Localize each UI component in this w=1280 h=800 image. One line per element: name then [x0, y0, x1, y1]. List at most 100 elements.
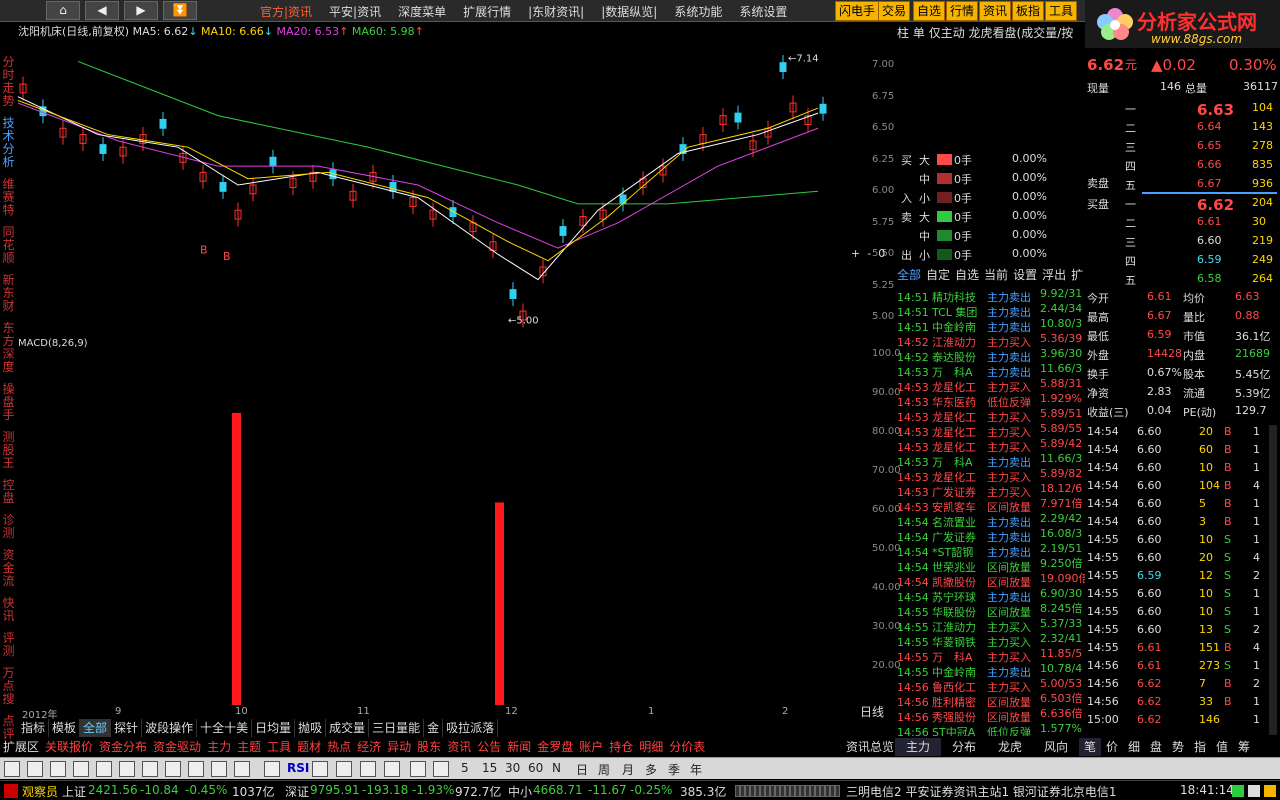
zoom-in-button[interactable]: + — [851, 247, 860, 260]
ticker-row[interactable]: 14:54 凯撒股份 区间放量 19.090倍 — [897, 571, 1087, 589]
period-button[interactable]: 多 — [645, 761, 657, 778]
forward-arrow-icon[interactable]: ▶ — [124, 1, 158, 20]
ask-price[interactable]: 6.64 — [1197, 120, 1222, 133]
period-button[interactable]: 15 — [482, 761, 497, 775]
ticker-row[interactable]: 14:56 鲁西化工 主力买入 5.00/53 — [897, 676, 1087, 694]
indicator-tab[interactable]: 抛吸 — [295, 719, 327, 737]
menu-depth[interactable]: 深度菜单 — [398, 5, 446, 19]
extension-tab[interactable]: 资讯 — [444, 738, 474, 756]
ask-price[interactable]: 6.67 — [1197, 177, 1222, 190]
ticker-row[interactable]: 14:56 胜利精密 区间放量 6.503倍 — [897, 691, 1087, 709]
server-list[interactable]: 三明电信2 平安证券资讯主站1 银河证券北京电信1 — [846, 783, 1117, 800]
indicator-tab[interactable]: 成交量 — [326, 719, 370, 737]
tick-filter-tab[interactable]: 设置 — [1013, 268, 1037, 282]
period-button[interactable]: 年 — [690, 761, 702, 778]
ticker-row[interactable]: 14:56 ST中冠A 低位反弹 1.577% — [897, 721, 1087, 736]
right-tab[interactable]: 值 — [1211, 738, 1233, 756]
ticker-row[interactable]: 14:53 龙星化工 主力买入 5.89/55 — [897, 421, 1087, 439]
window-icon[interactable] — [4, 761, 20, 777]
extension-tab[interactable]: 股东 — [414, 738, 444, 756]
menu-system-settings[interactable]: 系统设置 — [739, 5, 787, 19]
ticker-row[interactable]: 14:54 名流置业 主力卖出 2.29/42 — [897, 511, 1087, 529]
tools-button[interactable]: 工具 — [1045, 1, 1078, 21]
bid-price[interactable]: 6.61 — [1197, 215, 1222, 228]
ask-price[interactable]: 6.63 — [1197, 101, 1234, 119]
zoom-out-button[interactable]: - — [867, 247, 871, 260]
tick-filter-tab[interactable]: 全部 — [897, 268, 921, 282]
home-icon[interactable]: ⌂ — [46, 1, 80, 20]
extension-tab[interactable]: 工具 — [264, 738, 294, 756]
left-nav-item[interactable]: 维赛特 — [0, 178, 17, 217]
ticker-row[interactable]: 14:53 龙星化工 主力买入 5.89/42 — [897, 436, 1087, 454]
ticker-row[interactable]: 14:53 广发证券 主力买入 18.12/6 — [897, 481, 1087, 499]
extension-tab[interactable]: 金罗盘 — [534, 738, 576, 756]
layout-icon[interactable] — [433, 761, 449, 777]
ticker-row[interactable]: 14:56 秀强股份 区间放量 6.636倍 — [897, 706, 1087, 724]
extension-tab[interactable]: 公告 — [474, 738, 504, 756]
period-button[interactable]: 60 — [528, 761, 543, 775]
pen-icon[interactable] — [384, 761, 400, 777]
line-chart-icon[interactable] — [50, 761, 66, 777]
right-tab[interactable]: 筹 — [1233, 738, 1255, 756]
ticker-row[interactable]: 14:54 世荣兆业 区间放量 9.250倍 — [897, 556, 1087, 574]
extension-tab[interactable]: 经济 — [354, 738, 384, 756]
left-nav-item[interactable]: 技术分析 — [0, 117, 17, 169]
bid-price[interactable]: 6.58 — [1197, 272, 1222, 285]
trade-button[interactable]: 交易 — [878, 1, 911, 21]
left-nav-item[interactable]: 控盘 — [0, 479, 17, 505]
extension-tab[interactable]: 资金分布 — [96, 738, 150, 756]
right-tab[interactable]: 盘 — [1145, 738, 1167, 756]
right-tab[interactable]: 价 — [1101, 738, 1123, 756]
period-button[interactable]: 日 — [576, 761, 588, 778]
ticker-row[interactable]: 14:54 广发证券 主力卖出 16.08/3 — [897, 526, 1087, 544]
bid-price[interactable]: 6.60 — [1197, 234, 1222, 247]
left-nav-item[interactable]: 新东财 — [0, 274, 17, 313]
user-name[interactable]: 观察员 — [22, 783, 58, 800]
indicator-tab[interactable]: 日均量 — [252, 719, 296, 737]
menu-ext-quotes[interactable]: 扩展行情 — [463, 5, 511, 19]
extension-tab[interactable]: 异动 — [384, 738, 414, 756]
bar-chart-icon[interactable] — [73, 761, 89, 777]
right-tab[interactable]: 势 — [1167, 738, 1189, 756]
candlestick-chart[interactable]: ←7.14 ←5.00 B B — [18, 40, 858, 330]
alert-icon[interactable] — [1264, 785, 1276, 797]
bid-price[interactable]: 6.62 — [1197, 196, 1234, 214]
right-tab[interactable]: 笔 — [1079, 738, 1101, 756]
ticker-row[interactable]: 14:53 龙星化工 主力买入 5.89/51 — [897, 406, 1087, 424]
quotes-button[interactable]: 行情 — [946, 1, 979, 21]
tick-filter-tab[interactable]: 扩 — [1071, 268, 1083, 282]
extension-tab[interactable]: 热点 — [324, 738, 354, 756]
left-nav-item[interactable]: 资金流 — [0, 549, 17, 588]
sound-icon[interactable] — [1248, 785, 1260, 797]
right-tab[interactable]: 主力 — [895, 738, 941, 756]
bid-price[interactable]: 6.59 — [1197, 253, 1222, 266]
tick-filter-tab[interactable]: 自定 — [926, 268, 950, 282]
period-button[interactable]: 月 — [622, 761, 634, 778]
ticker-row[interactable]: 14:55 华联股份 区间放量 8.245倍 — [897, 601, 1087, 619]
f5-icon[interactable] — [410, 761, 426, 777]
ticker-row[interactable]: 14:55 华菱钢铁 主力买入 2.32/41 — [897, 631, 1087, 649]
indicator-tab[interactable]: 金 — [424, 719, 444, 737]
table-icon[interactable] — [96, 761, 112, 777]
flash-trader-button[interactable]: 闪电手 — [835, 1, 880, 21]
ask-price[interactable]: 6.66 — [1197, 158, 1222, 171]
fund-icon[interactable] — [119, 761, 135, 777]
indicator-tab[interactable]: 十全十美 — [197, 719, 253, 737]
left-nav-item[interactable]: 万点搜 — [0, 667, 17, 706]
watchlist-button[interactable]: 自选 — [913, 1, 946, 21]
left-nav-item[interactable]: 东方深度 — [0, 322, 17, 374]
ticker-row[interactable]: 14:54 苏宁环球 主力卖出 6.90/30 — [897, 586, 1087, 604]
tick-filter-tab[interactable]: 浮出 — [1042, 268, 1066, 282]
news-button[interactable]: 资讯 — [979, 1, 1012, 21]
extension-tab[interactable]: 关联报价 — [42, 738, 96, 756]
right-tab[interactable]: 龙虎 — [987, 738, 1033, 756]
scrollbar[interactable] — [1269, 425, 1277, 735]
tab-single[interactable]: 单 — [913, 26, 925, 40]
tab-bar[interactable]: 柱 — [897, 26, 909, 40]
ticker-row[interactable]: 14:55 中金岭南 主力卖出 10.78/4 — [897, 661, 1087, 679]
extension-tab[interactable]: 新闻 — [504, 738, 534, 756]
menu-official-news[interactable]: 官方|资讯 — [260, 5, 312, 19]
ticker-row[interactable]: 14:55 江淮动力 主力买入 5.37/33 — [897, 616, 1087, 634]
indicator-tab[interactable]: 探针 — [111, 719, 143, 737]
settings-icon[interactable] — [234, 761, 250, 777]
